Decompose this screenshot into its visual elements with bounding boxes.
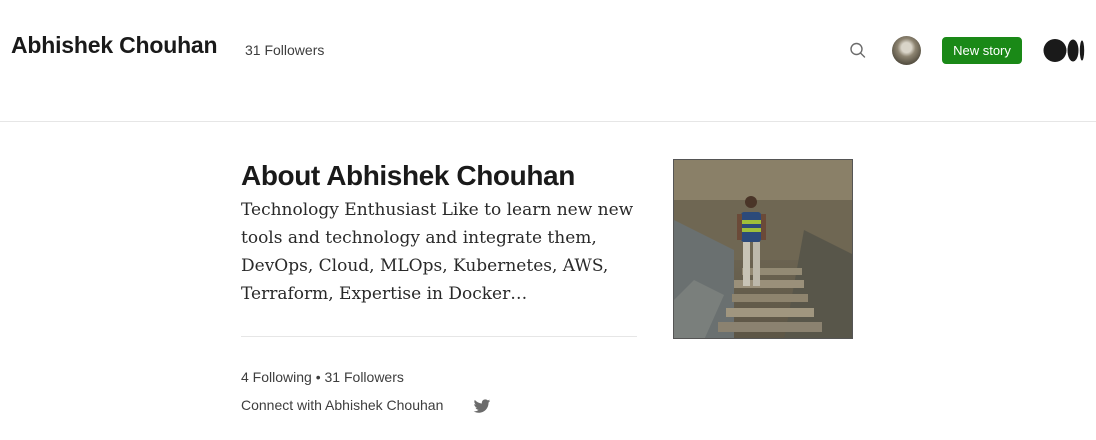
avatar[interactable]	[892, 36, 921, 65]
connect-label: Connect with Abhishek Chouhan	[241, 397, 444, 413]
medium-logo-icon[interactable]	[1043, 38, 1085, 63]
bio-text: Technology Enthusiast Like to learn new …	[241, 200, 634, 304]
search-icon[interactable]	[846, 38, 870, 62]
divider	[241, 336, 637, 337]
profile-photo	[673, 159, 853, 339]
stats-separator: •	[311, 369, 325, 385]
about-title: About Abhishek Chouhan	[241, 160, 575, 191]
site-name[interactable]: Abhishek Chouhan	[11, 32, 218, 59]
followers-link[interactable]: 31 Followers	[325, 369, 404, 385]
following-link[interactable]: 4 Following	[241, 369, 312, 385]
follow-stats: 4 Following • 31 Followers	[241, 369, 404, 385]
new-story-button[interactable]: New story	[942, 37, 1022, 64]
top-bar: Abhishek Chouhan 31 Followers New story	[0, 0, 1096, 122]
header-follower-count[interactable]: 31 Followers	[245, 42, 324, 58]
twitter-icon[interactable]	[472, 396, 492, 416]
